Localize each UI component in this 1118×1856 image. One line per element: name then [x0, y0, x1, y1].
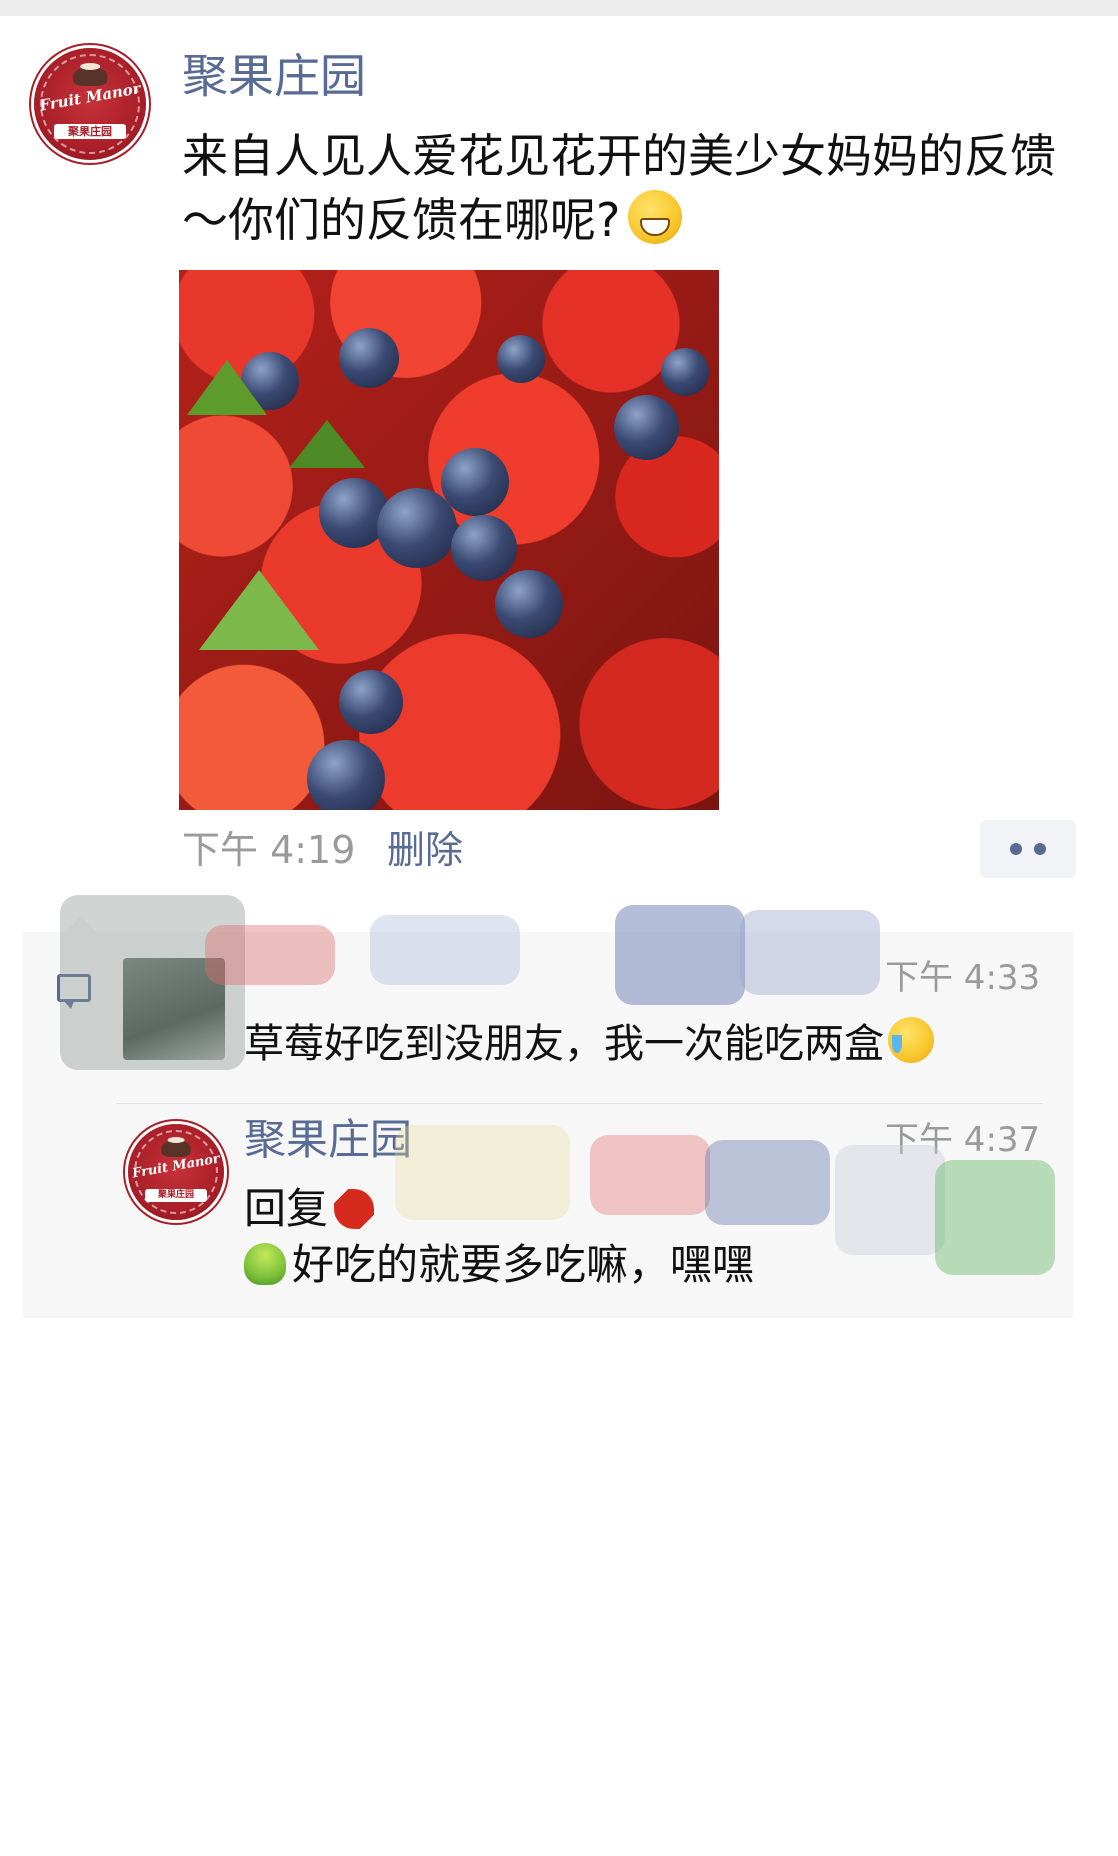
- redaction-scribble: [935, 1160, 1055, 1275]
- reply-prefix: 回复: [244, 1184, 329, 1233]
- comment-divider: [116, 1103, 1043, 1104]
- avatar-cup-logo: [73, 62, 107, 87]
- post-time: 下午 4:19: [182, 828, 356, 872]
- more-actions-button[interactable]: [980, 820, 1076, 878]
- redaction-scribble: [615, 905, 745, 1005]
- post-text: 来自人见人爱花见花开的美少女妈妈的反馈～你们的反馈在哪呢?: [182, 124, 1092, 252]
- reply-text-content: 好吃的就要多吃嘛，嘿嘿: [292, 1240, 755, 1289]
- redaction-scribble: [705, 1140, 830, 1225]
- redaction-scribble: [740, 910, 880, 995]
- redaction-scribble: [835, 1145, 945, 1255]
- blueberry: [661, 348, 709, 396]
- top-bar: [0, 0, 1118, 16]
- blueberry: [377, 488, 457, 568]
- strawberry-leaves: [187, 360, 267, 415]
- avatar-cup-logo: [161, 1136, 191, 1157]
- reply-author-name[interactable]: 聚果庄园: [244, 1110, 412, 1170]
- grin-emoji-icon: [628, 190, 683, 244]
- strawberry-leaves: [199, 570, 319, 650]
- reply-header[interactable]: 回复: [244, 1178, 375, 1240]
- redaction-scribble: [590, 1135, 710, 1215]
- strawberry-leaves: [289, 420, 365, 468]
- comment-text[interactable]: 草莓好吃到没朋友，我一次能吃两盒: [244, 1014, 1044, 1074]
- redaction-scribble: [395, 1125, 570, 1220]
- more-dot-icon: [1034, 843, 1046, 855]
- blueberry: [307, 740, 385, 810]
- blueberry: [339, 670, 403, 734]
- author-avatar[interactable]: Fruit Manor 聚果庄园: [34, 48, 146, 160]
- more-dot-icon: [1010, 843, 1022, 855]
- blueberry: [451, 515, 517, 581]
- blueberry: [495, 570, 563, 638]
- redaction-scribble: [205, 925, 335, 985]
- blueberry: [614, 395, 679, 460]
- reply-author-avatar[interactable]: Fruit Manor 聚果庄园: [128, 1124, 224, 1220]
- comment-text-content: 草莓好吃到没朋友，我一次能吃两盒: [244, 1021, 884, 1067]
- redaction-scribble: [370, 915, 520, 985]
- chili-pepper-icon: [334, 1189, 375, 1229]
- reply-text[interactable]: 好吃的就要多吃嘛，嘿嘿: [244, 1234, 754, 1296]
- post-photo[interactable]: [179, 270, 719, 810]
- blueberry: [497, 335, 545, 383]
- post-text-content: 来自人见人爱花见花开的美少女妈妈的反馈～你们的反馈在哪呢?: [182, 129, 1056, 247]
- delete-link[interactable]: 删除: [387, 820, 463, 880]
- laugh-cry-emoji-icon: [888, 1017, 934, 1063]
- blueberry: [441, 448, 509, 516]
- blueberry: [339, 328, 399, 388]
- avatar-cn-text: 聚果庄园: [145, 1188, 207, 1202]
- avatar-cn-text: 聚果庄园: [54, 123, 126, 139]
- post-author-name[interactable]: 聚果庄园: [182, 44, 366, 108]
- chick-emoji-icon: [244, 1243, 286, 1285]
- comment-time: 下午 4:33: [885, 958, 1041, 998]
